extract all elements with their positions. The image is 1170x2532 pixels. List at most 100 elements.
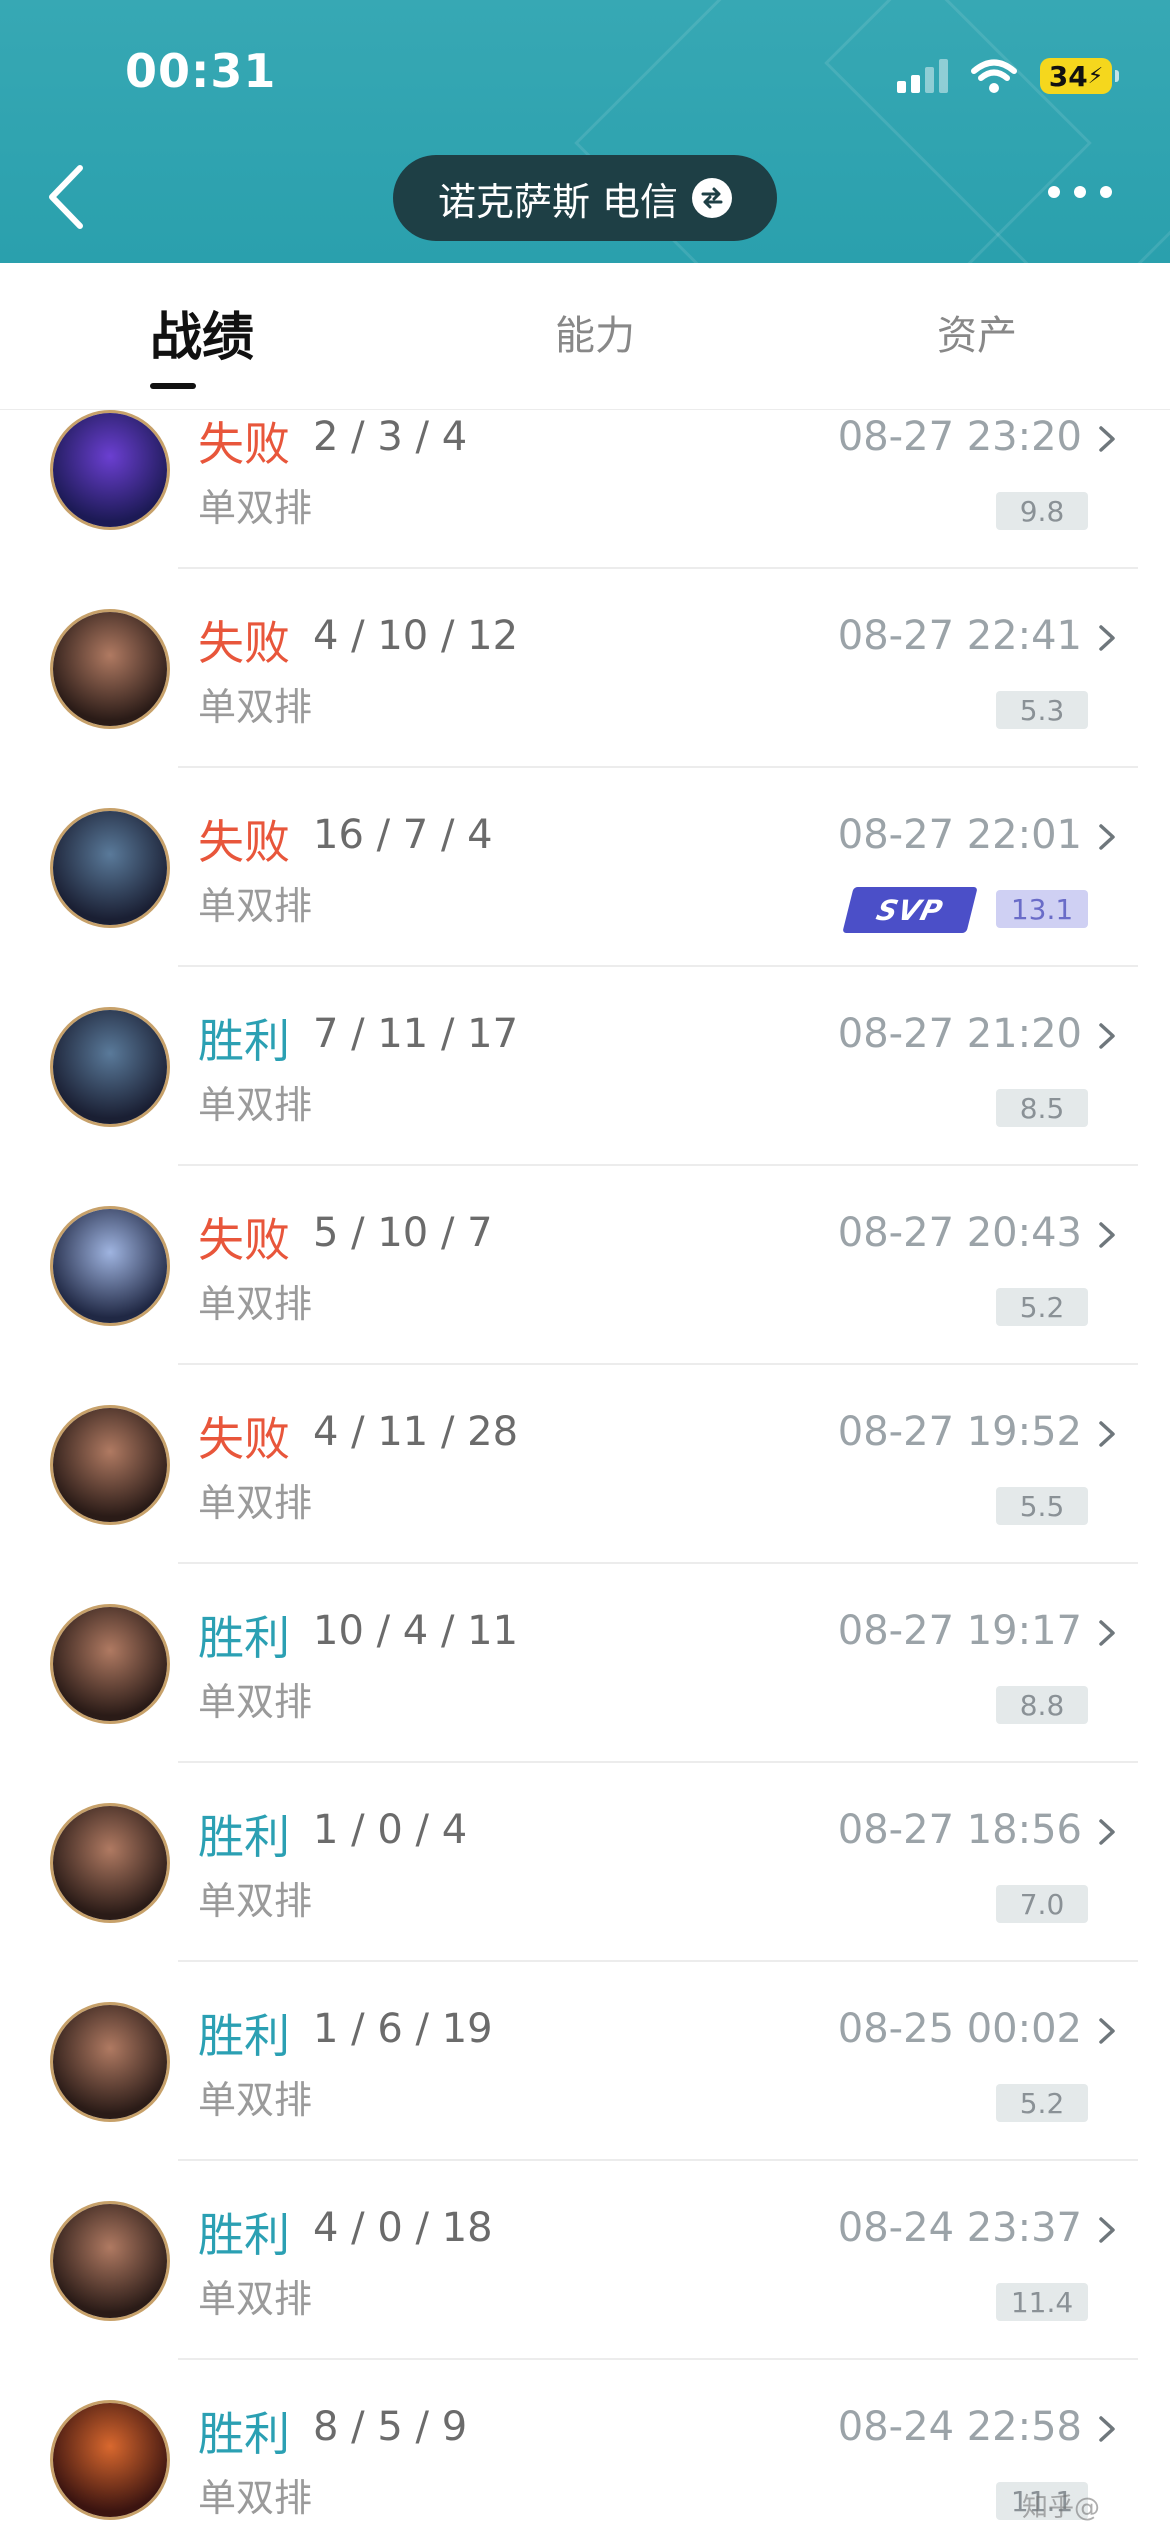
match-kda: 16 / 7 / 4 xyxy=(313,812,493,858)
match-kda: 7 / 11 / 17 xyxy=(313,1011,519,1057)
match-time: 08-27 22:41 xyxy=(837,613,1082,659)
match-score: 5.2 xyxy=(996,1288,1088,1326)
match-kda: 4 / 0 / 18 xyxy=(313,2205,493,2251)
tab-active-indicator xyxy=(150,383,196,389)
chevron-right-icon xyxy=(1099,1023,1115,1049)
champion-avatar-miss-fortune-icon xyxy=(50,2400,170,2520)
battery-icon: 34 ⚡ xyxy=(1040,58,1119,94)
match-result: 胜利 xyxy=(198,2407,290,2461)
match-result: 失败 xyxy=(198,417,290,471)
match-row[interactable]: 失败 2 / 3 / 4 单双排 08-27 23:20 9.8 xyxy=(0,410,1170,569)
match-score: 8.8 xyxy=(996,1686,1088,1724)
match-row[interactable]: 胜利 1 / 0 / 4 单双排 08-27 18:56 7.0 xyxy=(0,1763,1170,1962)
app-header: 00:31 34 ⚡ 诺克萨斯 电信 xyxy=(0,0,1170,263)
match-mode: 单双排 xyxy=(198,1083,313,1127)
champion-avatar-swain-icon xyxy=(50,2201,170,2321)
chevron-right-icon xyxy=(1099,2416,1115,2442)
match-result: 失败 xyxy=(198,616,290,670)
match-result: 胜利 xyxy=(198,2009,290,2063)
match-mode: 单双排 xyxy=(198,2277,313,2321)
wifi-icon xyxy=(971,59,1017,93)
match-list: 失败 2 / 3 / 4 单双排 08-27 23:20 9.8 失败 4 / … xyxy=(0,410,1170,2532)
match-score: 9.8 xyxy=(996,492,1088,530)
chevron-right-icon xyxy=(1099,1620,1115,1646)
match-score: 5.2 xyxy=(996,2084,1088,2122)
battery-level: 34 xyxy=(1048,59,1088,93)
chevron-right-icon xyxy=(1099,2217,1115,2243)
match-row[interactable]: 胜利 7 / 11 / 17 单双排 08-27 21:20 8.5 xyxy=(0,967,1170,1166)
champion-avatar-swain-icon xyxy=(50,1405,170,1525)
chevron-right-icon xyxy=(1099,1819,1115,1845)
chevron-right-icon xyxy=(1099,1421,1115,1447)
match-result: 胜利 xyxy=(198,1611,290,1665)
champion-avatar-swain-icon xyxy=(50,2002,170,2122)
match-time: 08-27 22:01 xyxy=(837,812,1082,858)
match-mode: 单双排 xyxy=(198,1481,313,1525)
match-result: 胜利 xyxy=(198,1810,290,1864)
match-result: 胜利 xyxy=(198,1014,290,1068)
status-icons: 34 ⚡ xyxy=(897,56,1119,96)
match-mode: 单双排 xyxy=(198,2476,313,2520)
match-row[interactable]: 胜利 10 / 4 / 11 单双排 08-27 19:17 8.8 xyxy=(0,1564,1170,1763)
svp-badge: SVP xyxy=(842,887,978,933)
match-time: 08-24 22:58 xyxy=(837,2404,1082,2450)
status-time: 00:31 xyxy=(125,44,277,98)
match-row[interactable]: 失败 16 / 7 / 4 单双排 08-27 22:01 SVP 13.1 xyxy=(0,768,1170,967)
cellular-signal-icon xyxy=(897,59,948,93)
chevron-right-icon xyxy=(1099,426,1115,452)
match-score: 7.0 xyxy=(996,1885,1088,1923)
tab-assets[interactable]: 资产 xyxy=(937,303,1017,361)
match-result: 失败 xyxy=(198,1412,290,1466)
server-switcher[interactable]: 诺克萨斯 电信 xyxy=(393,155,777,241)
tab-record[interactable]: 战绩 xyxy=(150,295,254,370)
match-mode: 单双排 xyxy=(198,486,313,530)
match-mode: 单双排 xyxy=(198,1680,313,1724)
tab-ability[interactable]: 能力 xyxy=(555,303,635,361)
match-row[interactable]: 失败 5 / 10 / 7 单双排 08-27 20:43 5.2 xyxy=(0,1166,1170,1365)
match-score: 5.5 xyxy=(996,1487,1088,1525)
chevron-right-icon xyxy=(1099,824,1115,850)
match-row[interactable]: 胜利 4 / 0 / 18 单双排 08-24 23:37 11.4 xyxy=(0,2161,1170,2360)
champion-avatar-swain-icon xyxy=(50,1803,170,1923)
match-time: 08-24 23:37 xyxy=(837,2205,1082,2251)
match-result: 失败 xyxy=(198,1213,290,1267)
match-time: 08-27 23:20 xyxy=(837,414,1082,460)
match-result: 胜利 xyxy=(198,2208,290,2262)
match-mode: 单双排 xyxy=(198,2078,313,2122)
match-time: 08-27 18:56 xyxy=(837,1807,1082,1853)
match-row[interactable]: 失败 4 / 10 / 12 单双排 08-27 22:41 5.3 xyxy=(0,569,1170,768)
match-score: 11.4 xyxy=(996,2283,1088,2321)
match-row[interactable]: 失败 4 / 11 / 28 单双排 08-27 19:52 5.5 xyxy=(0,1365,1170,1564)
match-kda: 1 / 0 / 4 xyxy=(313,1807,468,1853)
match-kda: 4 / 10 / 12 xyxy=(313,613,519,659)
champion-avatar-swain-icon xyxy=(50,609,170,729)
champion-avatar-talon-icon xyxy=(50,1206,170,1326)
match-history-page: 00:31 34 ⚡ 诺克萨斯 电信 战绩 能力 资产 失败 2 / 3 / 4… xyxy=(0,0,1170,2532)
match-kda: 8 / 5 / 9 xyxy=(313,2404,468,2450)
champion-avatar-swain-icon xyxy=(50,1604,170,1724)
back-icon[interactable] xyxy=(42,162,92,232)
match-kda: 10 / 4 / 11 xyxy=(313,1608,519,1654)
server-name: 诺克萨斯 电信 xyxy=(437,179,679,224)
match-result: 失败 xyxy=(198,815,290,869)
watermark: 知乎@ xyxy=(1021,2493,1100,2523)
more-options-icon[interactable] xyxy=(1048,186,1112,198)
chevron-right-icon xyxy=(1099,2018,1115,2044)
match-mode: 单双排 xyxy=(198,884,313,928)
match-kda: 1 / 6 / 19 xyxy=(313,2006,493,2052)
match-row[interactable]: 胜利 8 / 5 / 9 单双排 08-24 22:58 11.1 xyxy=(0,2360,1170,2532)
match-kda: 5 / 10 / 7 xyxy=(313,1210,493,1256)
champion-avatar-purple-icon xyxy=(50,410,170,530)
match-kda: 4 / 11 / 28 xyxy=(313,1409,519,1455)
match-time: 08-25 00:02 xyxy=(837,2006,1082,2052)
match-score: 13.1 xyxy=(996,890,1088,928)
match-kda: 2 / 3 / 4 xyxy=(313,414,468,460)
match-score: 8.5 xyxy=(996,1089,1088,1127)
match-mode: 单双排 xyxy=(198,685,313,729)
match-row[interactable]: 胜利 1 / 6 / 19 单双排 08-25 00:02 5.2 xyxy=(0,1962,1170,2161)
tab-bar: 战绩 能力 资产 xyxy=(0,263,1170,410)
chevron-right-icon xyxy=(1099,625,1115,651)
match-mode: 单双排 xyxy=(198,1879,313,1923)
chevron-right-icon xyxy=(1099,1222,1115,1248)
match-time: 08-27 19:17 xyxy=(837,1608,1082,1654)
